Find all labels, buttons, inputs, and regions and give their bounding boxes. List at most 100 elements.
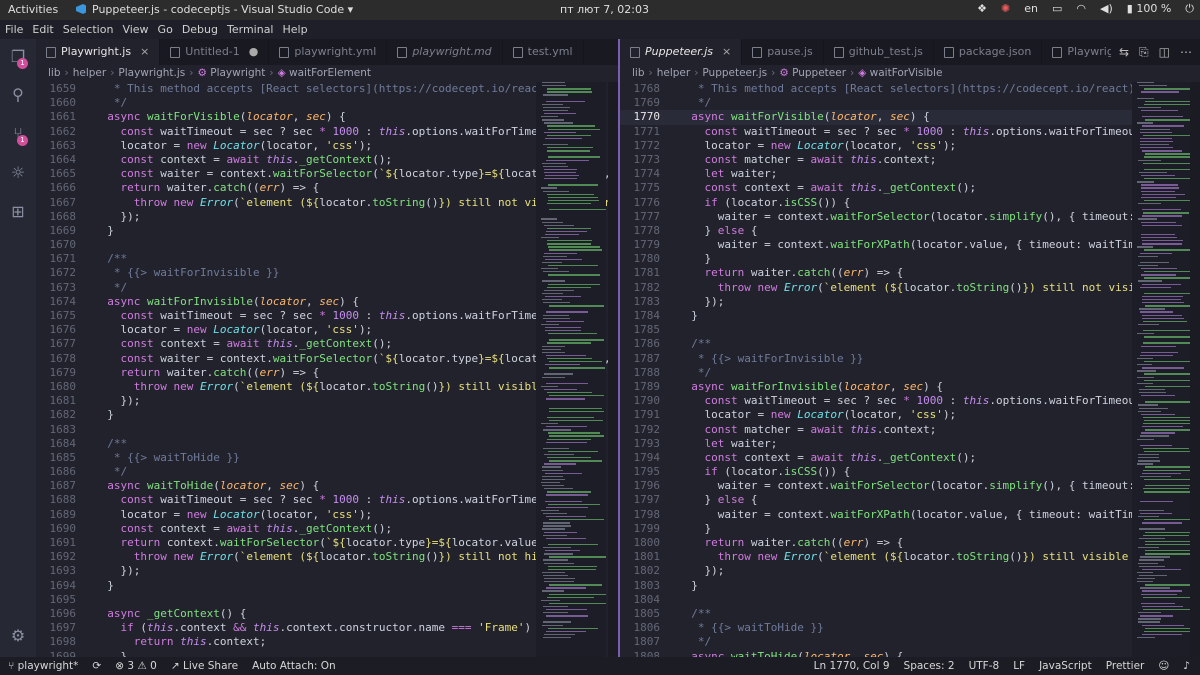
code-line[interactable]: 1791 locator = new Locator(locator, 'css… xyxy=(620,408,1200,422)
wifi-icon[interactable]: ◠ xyxy=(1076,2,1086,16)
code-line[interactable]: 1667 throw new Error(`element (${locator… xyxy=(36,196,618,210)
breadcrumb-item[interactable]: lib xyxy=(632,67,645,79)
code-line[interactable]: 1670 xyxy=(36,238,618,252)
tab-package-json[interactable]: package.json xyxy=(934,39,1043,65)
live-share-button[interactable]: ↗ Live Share xyxy=(171,657,238,675)
code-line[interactable]: 1786 /** xyxy=(620,337,1200,351)
code-line[interactable]: 1683 xyxy=(36,423,618,437)
language-mode[interactable]: JavaScript xyxy=(1039,657,1092,675)
tab-pause-js[interactable]: pause.js xyxy=(742,39,824,65)
code-line[interactable]: 1684 /** xyxy=(36,437,618,451)
telegram-icon[interactable]: ✺ xyxy=(1001,2,1010,16)
breadcrumb-item[interactable]: waitForVisible xyxy=(870,67,943,79)
menu-debug[interactable]: Debug xyxy=(177,20,222,39)
code-line[interactable]: 1789 async waitForInvisible(locator, sec… xyxy=(620,380,1200,394)
code-line[interactable]: 1782 throw new Error(`element (${locator… xyxy=(620,281,1200,295)
code-line[interactable]: 1694 } xyxy=(36,579,618,593)
compare-changes-icon[interactable]: ⇆ xyxy=(1119,39,1129,65)
search-icon[interactable]: ⚲ xyxy=(8,85,28,105)
tab-puppeteer-js[interactable]: Puppeteer.js × xyxy=(620,39,743,65)
code-line[interactable]: 1674 async waitForInvisible(locator, sec… xyxy=(36,295,618,309)
code-line[interactable]: 1800 return waiter.catch((err) => { xyxy=(620,536,1200,550)
code-line[interactable]: 1693 }); xyxy=(36,564,618,578)
volume-icon[interactable]: ◀) xyxy=(1100,2,1113,16)
code-line[interactable]: 1690 const context = await this._getCont… xyxy=(36,522,618,536)
more-actions-icon[interactable]: ⋯ xyxy=(1180,39,1192,65)
code-line[interactable]: 1784 } xyxy=(620,309,1200,323)
notifications-bell-icon[interactable]: ♪ xyxy=(1183,657,1190,675)
code-line[interactable]: 1665 const waiter = context.waitForSelec… xyxy=(36,167,619,181)
code-line[interactable]: 1778 } else { xyxy=(620,224,1200,238)
menu-help[interactable]: Help xyxy=(278,20,312,39)
code-line[interactable]: 1802 }); xyxy=(620,564,1200,578)
close-icon[interactable]: × xyxy=(722,39,731,65)
auto-attach-status[interactable]: Auto Attach: On xyxy=(252,657,336,675)
end-of-line[interactable]: LF xyxy=(1013,657,1025,675)
code-line[interactable]: 1691 return context.waitForSelector(`${l… xyxy=(36,536,618,550)
sync-icon[interactable]: ⟳ xyxy=(92,657,101,675)
code-line[interactable]: 1662 const waitTimeout = sec ? sec * 100… xyxy=(36,125,618,139)
code-line[interactable]: 1794 const context = await this._getCont… xyxy=(620,451,1200,465)
breadcrumb-item[interactable]: Playwright.js xyxy=(118,67,185,79)
code-line[interactable]: 1806 * {{> waitToHide }} xyxy=(620,621,1200,635)
menu-selection[interactable]: Selection xyxy=(58,20,118,39)
tab-test-yml[interactable]: test.yml xyxy=(503,39,584,65)
breadcrumb-item[interactable]: Puppeteer xyxy=(792,67,846,79)
activities-button[interactable]: Activities xyxy=(8,3,58,16)
code-line[interactable]: 1661 async waitForVisible(locator, sec) … xyxy=(36,110,618,124)
code-line[interactable]: 1772 locator = new Locator(locator, 'css… xyxy=(620,139,1200,153)
unsaved-dot-icon[interactable]: ● xyxy=(249,39,259,65)
code-line[interactable]: 1796 waiter = context.waitForSelector(lo… xyxy=(620,479,1200,493)
code-line[interactable]: 1780 } xyxy=(620,252,1200,266)
app-menu[interactable]: Puppeteer.js - codeceptjs - Visual Studi… xyxy=(76,3,353,16)
code-line[interactable]: 1777 waiter = context.waitForSelector(lo… xyxy=(620,210,1200,224)
code-line[interactable]: 1687 async waitToHide(locator, sec) { xyxy=(36,479,618,493)
code-line[interactable]: 1781 return waiter.catch((err) => { xyxy=(620,266,1200,280)
breadcrumb-item[interactable]: Puppeteer.js xyxy=(702,67,767,79)
code-line[interactable]: 1677 const context = await this._getCont… xyxy=(36,337,618,351)
tab-playwright-yml[interactable]: playwright.yml xyxy=(269,39,388,65)
window-icon[interactable]: ▭ xyxy=(1052,2,1062,16)
code-line[interactable]: 1678 const waiter = context.waitForSelec… xyxy=(36,352,619,366)
code-line[interactable]: 1676 locator = new Locator(locator, 'css… xyxy=(36,323,618,337)
encoding[interactable]: UTF-8 xyxy=(969,657,1000,675)
code-line[interactable]: 1685 * {{> waitToHide }} xyxy=(36,451,618,465)
code-line[interactable]: 1793 let waiter; xyxy=(620,437,1200,451)
code-line[interactable]: 1681 }); xyxy=(36,394,618,408)
code-line[interactable]: 1774 let waiter; xyxy=(620,167,1200,181)
code-line[interactable]: 1689 locator = new Locator(locator, 'css… xyxy=(36,508,618,522)
code-line[interactable]: 1769 */ xyxy=(620,96,1200,110)
code-line[interactable]: 1686 */ xyxy=(36,465,618,479)
code-line[interactable]: 1797 } else { xyxy=(620,493,1200,507)
breadcrumb-item[interactable]: Playwright xyxy=(210,67,265,79)
minimap-left[interactable] xyxy=(536,82,606,657)
battery-status[interactable]: ▮ 100 % xyxy=(1127,2,1172,16)
code-line[interactable]: 1807 */ xyxy=(620,635,1200,649)
breadcrumb-item[interactable]: lib xyxy=(48,67,61,79)
code-line[interactable]: 1808 async waitToHide(locator, sec) { xyxy=(620,650,1200,658)
code-line[interactable]: 1768 * This method accepts [React select… xyxy=(620,82,1200,96)
code-line[interactable]: 1680 throw new Error(`element (${locator… xyxy=(36,380,618,394)
extensions-icon[interactable]: ⊞ xyxy=(8,202,28,222)
code-line[interactable]: 1795 if (locator.isCSS()) { xyxy=(620,465,1200,479)
code-line[interactable]: 1801 throw new Error(`element (${locator… xyxy=(620,550,1200,564)
scrollbar-right[interactable] xyxy=(1190,82,1200,657)
code-line[interactable]: 1803 } xyxy=(620,579,1200,593)
cursor-position[interactable]: Ln 1770, Col 9 xyxy=(814,657,890,675)
code-line[interactable]: 1787 * {{> waitForInvisible }} xyxy=(620,352,1200,366)
code-line[interactable]: 1668 }); xyxy=(36,210,618,224)
code-line[interactable]: 1672 * {{> waitForInvisible }} xyxy=(36,266,618,280)
code-editor-right[interactable]: 1768 * This method accepts [React select… xyxy=(620,82,1200,657)
tab-github-test-js[interactable]: github_test.js xyxy=(824,39,934,65)
code-line[interactable]: 1798 waiter = context.waitForXPath(locat… xyxy=(620,508,1200,522)
indentation[interactable]: Spaces: 2 xyxy=(904,657,955,675)
code-line[interactable]: 1699 } xyxy=(36,650,618,658)
code-line[interactable]: 1660 */ xyxy=(36,96,618,110)
menu-file[interactable]: File xyxy=(0,20,27,39)
code-line[interactable]: 1673 */ xyxy=(36,281,618,295)
dropbox-icon[interactable]: ❖ xyxy=(977,2,987,16)
code-line[interactable]: 1783 }); xyxy=(620,295,1200,309)
code-line[interactable]: 1775 const context = await this._getCont… xyxy=(620,181,1200,195)
code-editor-left[interactable]: 1659 * This method accepts [React select… xyxy=(36,82,619,658)
code-line[interactable]: 1696 async _getContext() { xyxy=(36,607,618,621)
